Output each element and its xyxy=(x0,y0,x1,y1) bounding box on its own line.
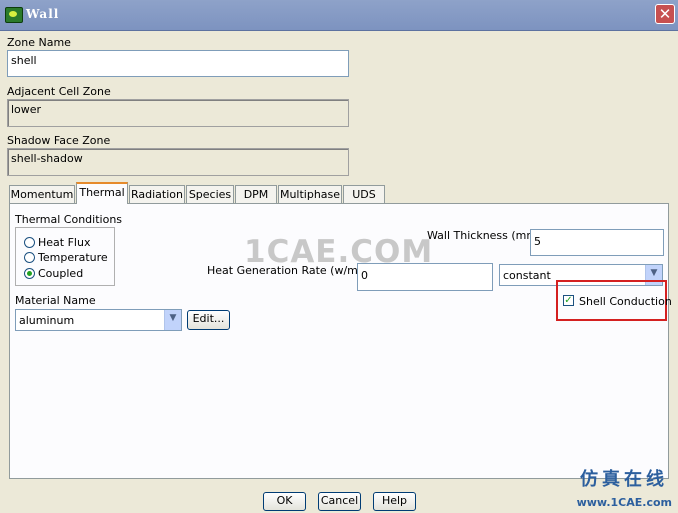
watermark: 1CAE.COM xyxy=(244,234,434,270)
tab-thermal[interactable]: Thermal xyxy=(76,182,128,204)
radio-label: Coupled xyxy=(38,267,84,280)
app-icon xyxy=(5,7,23,23)
zone-name-label: Zone Name xyxy=(7,36,71,49)
tab-multiphase[interactable]: Multiphase xyxy=(278,185,342,203)
title-bar[interactable]: Wall ✕ xyxy=(0,0,678,31)
radio-button-selected-icon xyxy=(24,268,35,279)
shadow-face-zone-label: Shadow Face Zone xyxy=(7,134,111,147)
radio-label: Heat Flux xyxy=(38,236,91,249)
shell-conduction-checkbox[interactable]: ✓ xyxy=(563,295,574,306)
wall-thickness-label: Wall Thickness (mm) xyxy=(427,229,542,242)
radio-heat-flux[interactable]: Heat Flux xyxy=(24,236,90,249)
radio-button-icon xyxy=(24,252,35,263)
material-name-label: Material Name xyxy=(15,294,96,307)
radio-label: Temperature xyxy=(38,251,108,264)
tab-dpm[interactable]: DPM xyxy=(235,185,277,203)
help-button[interactable]: Help xyxy=(373,492,416,511)
material-name-select[interactable]: aluminum ▼ xyxy=(15,309,182,331)
close-button[interactable]: ✕ xyxy=(655,4,675,24)
ok-button[interactable]: OK xyxy=(263,492,306,511)
cancel-button[interactable]: Cancel xyxy=(318,492,361,511)
thermal-conditions-label: Thermal Conditions xyxy=(15,213,123,226)
adjacent-cell-zone-label: Adjacent Cell Zone xyxy=(7,85,111,98)
watermark-cn: 仿真在线 xyxy=(580,469,668,490)
window-title: Wall xyxy=(26,7,60,21)
adjacent-cell-zone-field: lower xyxy=(7,99,349,127)
shadow-face-zone-field: shell-shadow xyxy=(7,148,349,176)
chevron-down-icon: ▼ xyxy=(164,310,181,330)
tab-momentum[interactable]: Momentum xyxy=(9,185,75,203)
edit-material-button[interactable]: Edit... xyxy=(187,310,230,330)
radio-temperature[interactable]: Temperature xyxy=(24,251,108,264)
radio-coupled[interactable]: Coupled xyxy=(24,267,83,280)
shell-conduction-label: Shell Conduction xyxy=(579,295,672,308)
select-value: constant xyxy=(503,269,551,282)
wall-thickness-input[interactable]: 5 xyxy=(530,229,664,256)
tab-uds[interactable]: UDS xyxy=(343,185,385,203)
tab-radiation[interactable]: Radiation xyxy=(129,185,185,203)
tab-species[interactable]: Species xyxy=(186,185,234,203)
select-value: aluminum xyxy=(19,314,75,327)
watermark-url: www.1CAE.com xyxy=(576,496,672,509)
close-icon: ✕ xyxy=(658,5,672,23)
zone-name-input[interactable]: shell xyxy=(7,50,349,77)
checkmark-icon: ✓ xyxy=(564,295,573,306)
radio-button-icon xyxy=(24,237,35,248)
